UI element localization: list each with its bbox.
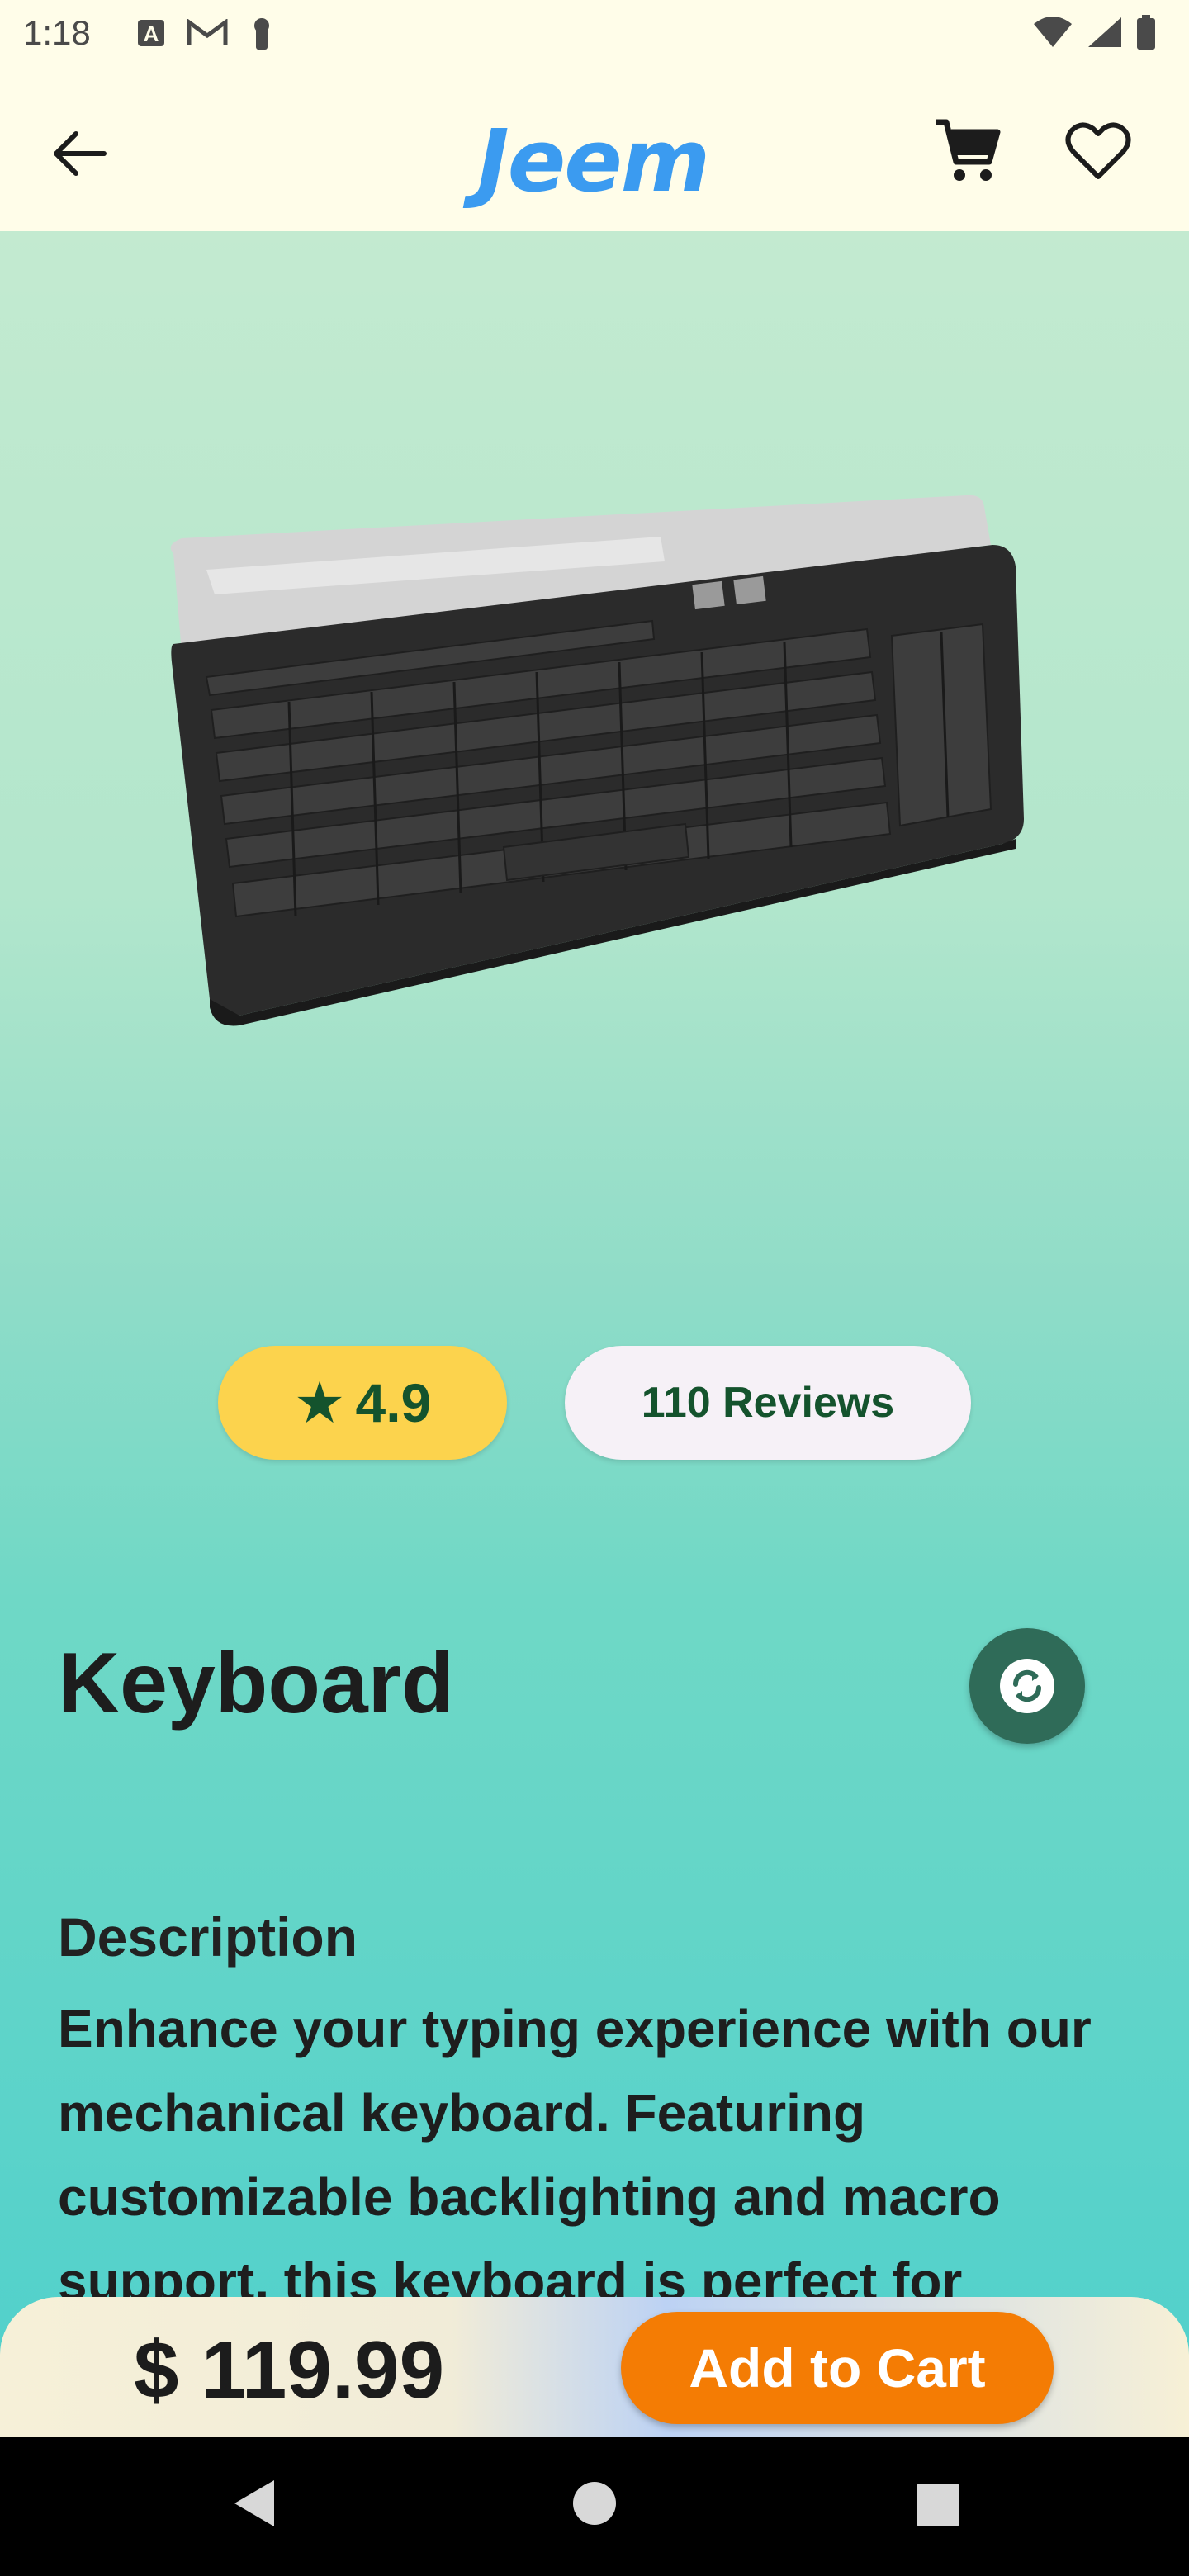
arrow-back-icon [54, 131, 107, 176]
add-to-cart-label: Add to Cart [689, 2337, 986, 2398]
app-bar: Jeem [0, 69, 1189, 231]
wifi-icon [1032, 16, 1073, 53]
square-recents-icon [917, 2484, 959, 2526]
reviews-button[interactable]: 110 Reviews [565, 1346, 971, 1460]
status-system-icons [1032, 15, 1156, 54]
price: $ 119.99 [134, 2324, 445, 2415]
star-icon: ★ [293, 1371, 346, 1435]
a-notification-icon: A [137, 19, 165, 51]
rating-badge[interactable]: ★ 4.9 [218, 1346, 507, 1460]
status-notification-icons: A [137, 17, 274, 54]
product-image [157, 487, 1032, 1032]
compare-button[interactable] [969, 1628, 1085, 1744]
product-detail-content: ★ 4.9 110 Reviews Keyboard Description E… [0, 231, 1189, 2437]
gmail-icon [187, 18, 228, 51]
sync-icon [1000, 1659, 1054, 1713]
cart-button[interactable] [931, 114, 1004, 187]
description-label: Description [58, 1906, 358, 1968]
nav-recents-button[interactable] [915, 2482, 961, 2528]
app-logo: Jeem [477, 111, 710, 211]
circle-home-icon [573, 2482, 616, 2525]
favorite-button[interactable] [1062, 114, 1135, 187]
nav-back-button[interactable] [223, 2470, 289, 2536]
status-bar: 1:18 A [0, 0, 1189, 69]
add-to-cart-button[interactable]: Add to Cart [621, 2312, 1054, 2424]
shopping-cart-icon [936, 119, 1001, 181]
description-text: Enhance your typing experience with our … [58, 1999, 1092, 2311]
nav-home-button[interactable] [570, 2479, 619, 2528]
keyboard-image-icon [170, 495, 1024, 1026]
lock-icon [249, 17, 274, 54]
purchase-bar: $ 119.99 Add to Cart [0, 2297, 1189, 2437]
reviews-count: 110 Reviews [641, 1379, 895, 1427]
system-navigation-bar [0, 2437, 1189, 2576]
heart-outline-icon [1065, 122, 1131, 179]
triangle-back-icon [234, 2480, 274, 2526]
signal-icon [1087, 16, 1123, 53]
rating-value: 4.9 [355, 1372, 432, 1433]
back-button[interactable] [46, 121, 112, 187]
battery-icon [1136, 15, 1156, 54]
svg-text:A: A [144, 21, 159, 46]
status-time: 1:18 [23, 13, 91, 52]
product-title: Keyboard [58, 1636, 454, 1731]
